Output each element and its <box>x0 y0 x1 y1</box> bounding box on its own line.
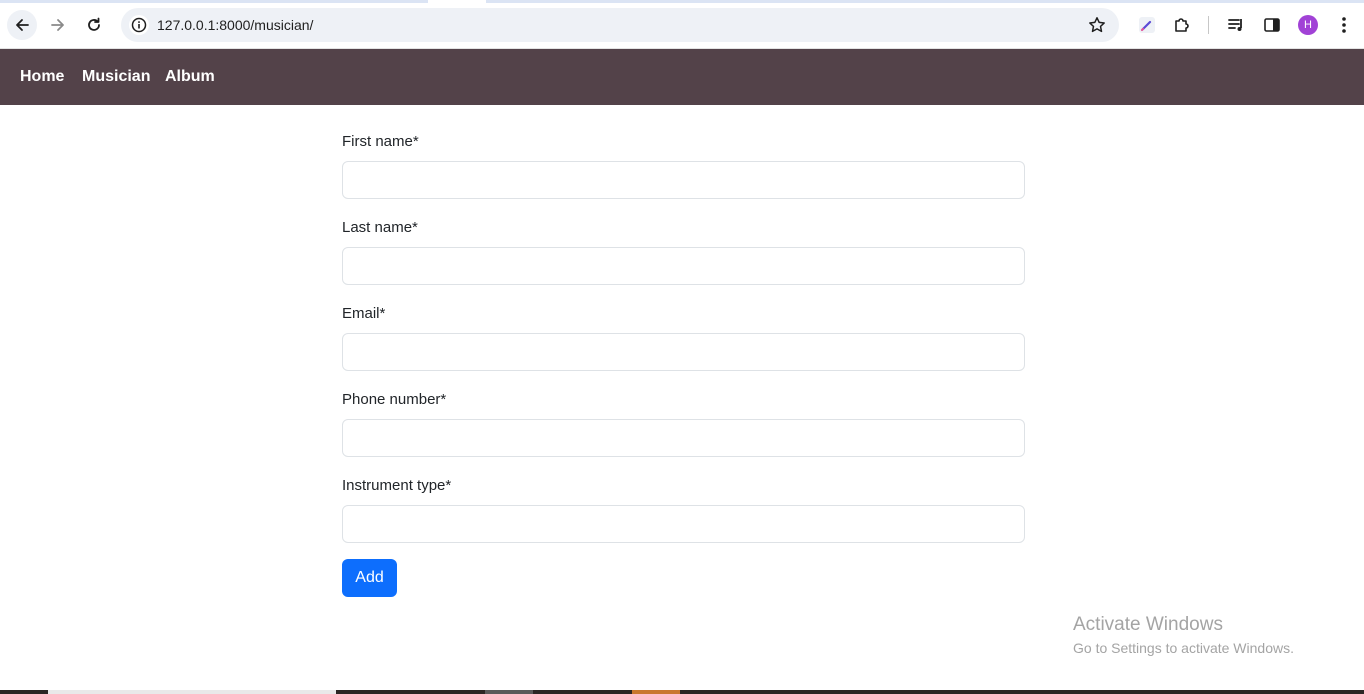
watermark-subtitle: Go to Settings to activate Windows. <box>1073 640 1294 656</box>
taskbar-edge <box>0 690 1364 694</box>
add-button[interactable]: Add <box>342 559 397 597</box>
toolbar-separator <box>1208 16 1209 34</box>
forward-arrow-icon <box>51 19 64 31</box>
tab-strip-edge <box>0 0 1364 3</box>
site-info-icon[interactable] <box>129 15 149 35</box>
media-controls-icon[interactable] <box>1225 14 1247 36</box>
nav-link-musician[interactable]: Musician <box>82 68 150 86</box>
nav-link-album[interactable]: Album <box>165 68 215 86</box>
extension-pen-icon[interactable] <box>1136 14 1158 36</box>
active-tab-edge <box>428 0 486 3</box>
browser-toolbar: 127.0.0.1:8000/musician/ H <box>0 0 1364 49</box>
taskbar-segment <box>632 690 680 694</box>
reload-icon <box>88 17 100 31</box>
address-bar[interactable]: 127.0.0.1:8000/musician/ <box>121 8 1119 42</box>
email-input[interactable] <box>342 333 1025 371</box>
last-name-label: Last name* <box>342 219 418 236</box>
url-text[interactable]: 127.0.0.1:8000/musician/ <box>157 17 313 33</box>
email-label: Email* <box>342 305 386 322</box>
phone-number-input[interactable] <box>342 419 1025 457</box>
instrument-type-input[interactable] <box>342 505 1025 543</box>
back-button[interactable] <box>7 10 37 40</box>
forward-button[interactable] <box>43 10 73 40</box>
profile-avatar[interactable]: H <box>1298 15 1318 35</box>
phone-number-label: Phone number* <box>342 391 447 408</box>
first-name-label: First name* <box>342 133 419 150</box>
reload-button[interactable] <box>79 10 109 40</box>
extensions-puzzle-icon[interactable] <box>1171 14 1193 36</box>
instrument-type-label: Instrument type* <box>342 477 452 494</box>
more-menu-icon[interactable] <box>1333 14 1355 36</box>
side-panel-icon[interactable] <box>1261 14 1283 36</box>
last-name-input[interactable] <box>342 247 1025 285</box>
taskbar-segment <box>485 690 533 694</box>
taskbar-segment <box>48 690 336 694</box>
watermark-title: Activate Windows <box>1073 614 1223 635</box>
activate-windows-watermark: Activate Windows Go to Settings to activ… <box>1073 614 1294 656</box>
nav-link-home[interactable]: Home <box>20 68 64 86</box>
site-navbar: Home Musician Album <box>0 49 1364 105</box>
bookmark-star-icon[interactable] <box>1087 15 1107 35</box>
back-arrow-icon <box>16 19 29 31</box>
first-name-input[interactable] <box>342 161 1025 199</box>
